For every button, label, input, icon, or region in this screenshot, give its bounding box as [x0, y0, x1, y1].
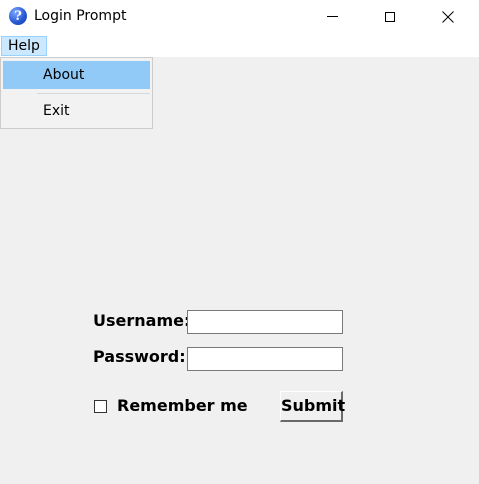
menu-item-exit-label: Exit	[43, 103, 70, 119]
title-bar: ? Login Prompt	[0, 0, 479, 33]
maximize-button[interactable]	[367, 0, 413, 33]
help-dropdown: About Exit	[0, 57, 153, 129]
password-label: Password:	[93, 347, 186, 366]
question-icon: ?	[9, 7, 27, 25]
submit-button[interactable]: Submit	[280, 391, 345, 422]
minimize-button[interactable]	[309, 0, 355, 33]
menu-item-exit[interactable]: Exit	[3, 97, 150, 125]
menu-item-about[interactable]: About	[3, 61, 150, 89]
window-title: Login Prompt	[34, 8, 127, 24]
menu-bar: Help	[0, 33, 479, 57]
menu-item-about-label: About	[43, 67, 85, 83]
username-label: Username:	[93, 311, 191, 330]
menu-help[interactable]: Help	[1, 36, 47, 56]
username-input[interactable]	[187, 310, 343, 334]
remember-me-checkbox[interactable]	[94, 400, 107, 413]
remember-me-label[interactable]: Remember me	[117, 396, 248, 416]
question-icon-glyph: ?	[14, 8, 22, 24]
menu-separator	[37, 93, 150, 94]
minimize-icon	[326, 16, 338, 17]
maximize-icon	[385, 11, 395, 22]
close-button[interactable]	[425, 0, 471, 33]
close-icon	[442, 10, 454, 23]
password-input[interactable]	[187, 347, 343, 371]
